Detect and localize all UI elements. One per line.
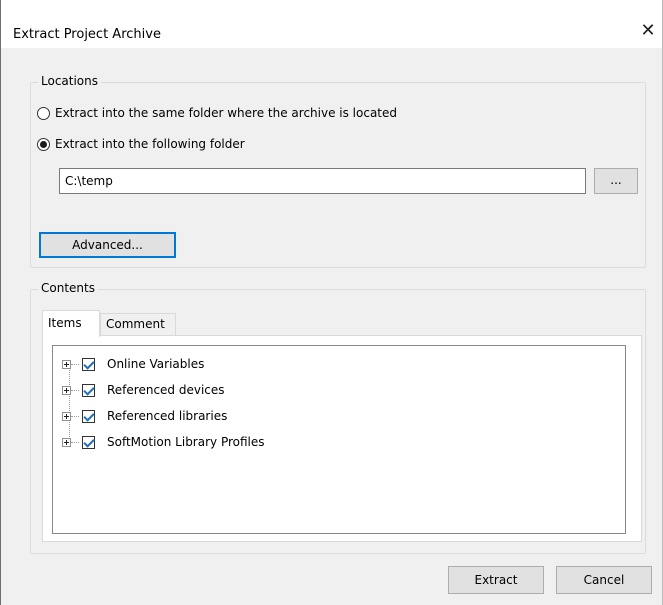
tree-connector [69,363,70,439]
radio-same-folder-label: Extract into the same folder where the a… [55,106,398,120]
tab-items[interactable]: Items [42,310,100,337]
radio-following-folder-label: Extract into the following folder [55,137,245,151]
tree-dots [71,415,79,417]
tree-dots [71,363,79,365]
folder-path-input[interactable] [59,168,586,194]
expand-icon[interactable] [62,359,71,369]
tree-item-label: SoftMotion Library Profiles [107,435,265,449]
expand-icon[interactable] [62,385,71,395]
tab-comment[interactable]: Comment [100,313,176,336]
title-bar[interactable]: Extract Project Archive ✕ [1,0,662,48]
items-tab-panel: Online Variables Referenced devices Refe… [42,335,642,542]
radio-following-folder-indicator[interactable] [37,137,50,151]
item-checkbox[interactable] [82,357,95,371]
radio-following-folder[interactable]: Extract into the following folder [37,137,245,151]
contents-label: Contents [38,281,98,295]
item-checkbox[interactable] [82,383,95,397]
tree-dots [71,389,79,391]
tree-item[interactable]: SoftMotion Library Profiles [62,434,265,450]
expand-icon[interactable] [62,437,71,447]
tree-item-label: Online Variables [107,357,205,371]
close-icon[interactable]: ✕ [638,21,658,41]
extract-archive-dialog: Extract Project Archive ✕ Locations Extr… [0,0,663,605]
radio-same-folder-indicator[interactable] [37,106,50,120]
items-tree[interactable]: Online Variables Referenced devices Refe… [52,345,626,534]
locations-label: Locations [38,74,102,88]
tree-item[interactable]: Referenced devices [62,382,225,398]
browse-button[interactable]: ... [594,168,638,194]
dialog-title: Extract Project Archive [13,27,161,42]
cancel-button[interactable]: Cancel [556,566,652,594]
tree-item-label: Referenced devices [107,383,225,397]
tree-item[interactable]: Referenced libraries [62,408,227,424]
item-checkbox[interactable] [82,435,95,449]
item-checkbox[interactable] [82,409,95,423]
radio-same-folder[interactable]: Extract into the same folder where the a… [37,106,397,120]
tree-dots [71,441,79,443]
expand-icon[interactable] [62,411,71,421]
advanced-button[interactable]: Advanced... [39,232,176,258]
tree-item-label: Referenced libraries [107,409,228,423]
tree-item[interactable]: Online Variables [62,356,204,372]
extract-button[interactable]: Extract [448,566,544,594]
